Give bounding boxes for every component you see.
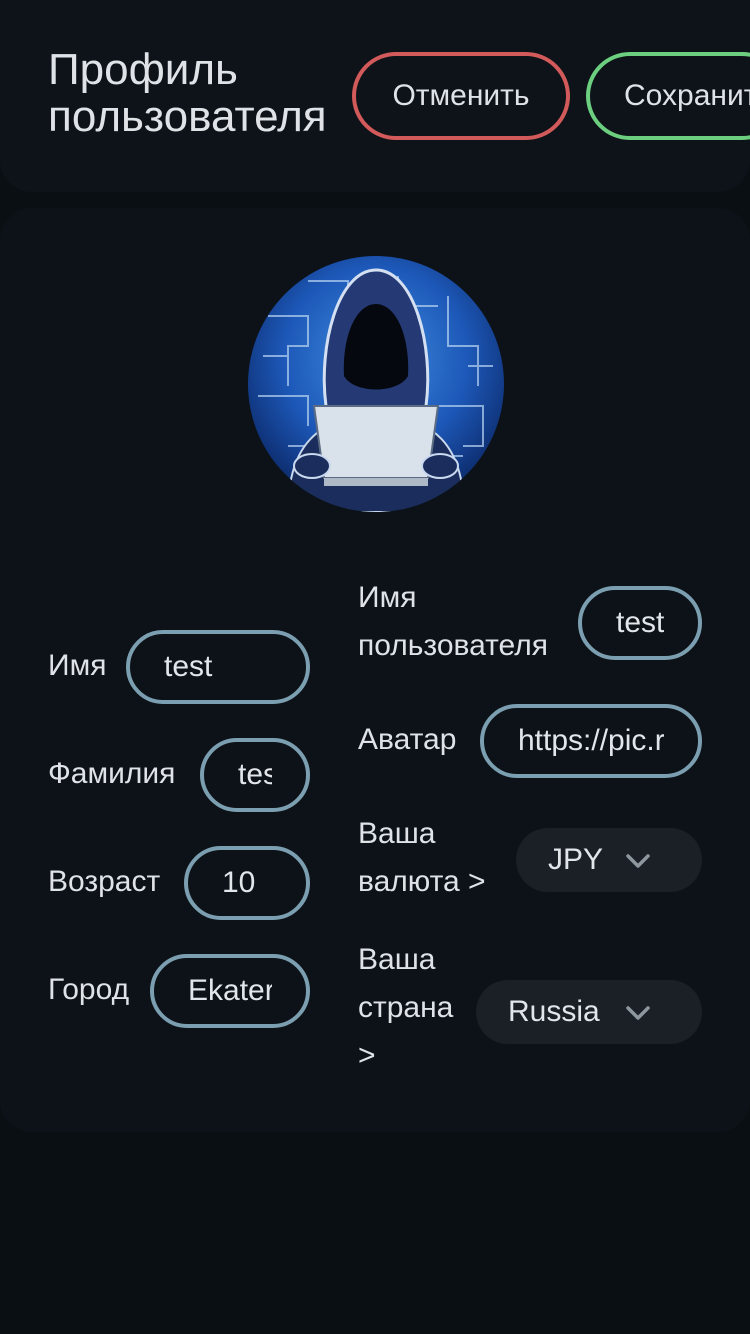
hooded-hacker-avatar-icon [248,256,504,512]
country-value: Russia [508,995,600,1028]
username-field[interactable] [578,586,702,660]
avatar-url-field[interactable] [480,704,702,778]
age-label: Возраст [48,865,161,898]
last-name-field[interactable] [200,738,310,812]
currency-select[interactable]: JPY [516,828,702,892]
page-title: Профиль пользователя [48,45,327,141]
country-select[interactable]: Russia [476,980,702,1044]
country-label: Ваша страна > [358,943,454,1072]
first-name-field[interactable] [126,630,310,704]
city-label: Город [48,973,130,1006]
avatar [248,256,504,512]
save-button[interactable]: Сохранить [586,52,750,140]
chevron-down-icon [626,854,650,868]
header-card: Профиль пользователя Отменить Сохранить [0,0,750,192]
age-field[interactable] [184,846,310,920]
avatar-url-label: Аватар [358,723,457,756]
profile-card: Имя Фамилия Возраст Город Имя пользовате… [0,208,750,1132]
first-name-label: Имя [48,649,107,682]
cancel-button[interactable]: Отменить [352,52,570,140]
last-name-label: Фамилия [48,757,176,790]
currency-label: Ваша валюта > [358,817,486,898]
chevron-down-icon [626,1006,650,1020]
username-label: Имя пользователя [358,581,548,662]
currency-value: JPY [548,843,604,876]
city-field[interactable] [150,954,310,1028]
